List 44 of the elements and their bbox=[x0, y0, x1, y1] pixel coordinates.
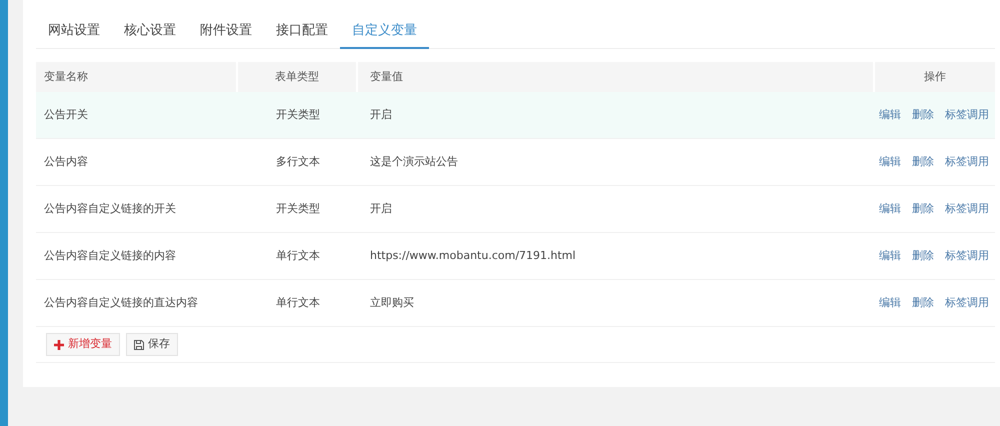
action-link[interactable]: 标签调用 bbox=[945, 248, 989, 264]
action-link[interactable]: 标签调用 bbox=[945, 154, 989, 170]
action-link[interactable]: 标签调用 bbox=[945, 294, 989, 312]
action-link[interactable]: 编辑 bbox=[879, 106, 901, 124]
tab[interactable]: 自定义变量 bbox=[340, 15, 429, 49]
tab[interactable]: 核心设置 bbox=[112, 15, 188, 49]
table-row[interactable]: 公告开关 开关类型 开启 编辑 删除 标签调用 bbox=[36, 92, 995, 139]
action-link[interactable]: 标签调用 bbox=[945, 106, 989, 124]
table-cell-text: https://www.mobantu.com/7191.html bbox=[370, 248, 576, 264]
table-cell-text: 公告开关 bbox=[44, 106, 88, 123]
table-cell-text: 开关类型 bbox=[276, 200, 320, 217]
action-link[interactable]: 删除 bbox=[912, 294, 934, 312]
table-cell-text: 公告内容自定义链接的直达内容 bbox=[44, 294, 198, 311]
action-link[interactable]: 标签调用 bbox=[945, 200, 989, 218]
tab[interactable]: 接口配置 bbox=[264, 15, 340, 49]
action-link[interactable]: 删除 bbox=[912, 154, 934, 170]
table-cell-text: 开启 bbox=[370, 106, 392, 123]
save-icon bbox=[134, 340, 144, 350]
plus-icon bbox=[54, 340, 64, 350]
table-cell-text: 公告内容 bbox=[44, 154, 88, 170]
save-button[interactable]: 保存 bbox=[126, 333, 178, 356]
tab[interactable]: 网站设置 bbox=[36, 15, 112, 49]
table-cell-text: 开启 bbox=[370, 200, 392, 217]
action-link[interactable]: 编辑 bbox=[879, 200, 901, 218]
table-cell-text: 多行文本 bbox=[276, 154, 320, 170]
table-cell-text: 开关类型 bbox=[276, 106, 320, 123]
tab[interactable]: 附件设置 bbox=[188, 15, 264, 49]
action-link[interactable]: 删除 bbox=[912, 200, 934, 218]
action-link[interactable]: 编辑 bbox=[879, 248, 901, 264]
table-cell-text: 公告内容自定义链接的开关 bbox=[44, 200, 176, 217]
table-cell-text: 这是个演示站公告 bbox=[370, 154, 458, 170]
column-header: 变量名称 bbox=[44, 68, 88, 85]
column-header: 操作 bbox=[924, 68, 946, 85]
column-header: 表单类型 bbox=[275, 68, 319, 85]
table-cell-text: 公告内容自定义链接的内容 bbox=[44, 248, 176, 264]
action-link[interactable]: 删除 bbox=[912, 106, 934, 124]
table-cell-text: 立即购买 bbox=[370, 294, 414, 311]
action-link[interactable]: 编辑 bbox=[879, 294, 901, 312]
action-link[interactable]: 删除 bbox=[912, 248, 934, 264]
table-cell-text: 单行文本 bbox=[276, 248, 320, 264]
add-variable-button[interactable]: 新增变量 bbox=[46, 333, 120, 356]
table-cell-text: 单行文本 bbox=[276, 294, 320, 311]
column-header: 变量值 bbox=[370, 68, 403, 85]
action-link[interactable]: 编辑 bbox=[879, 154, 901, 170]
